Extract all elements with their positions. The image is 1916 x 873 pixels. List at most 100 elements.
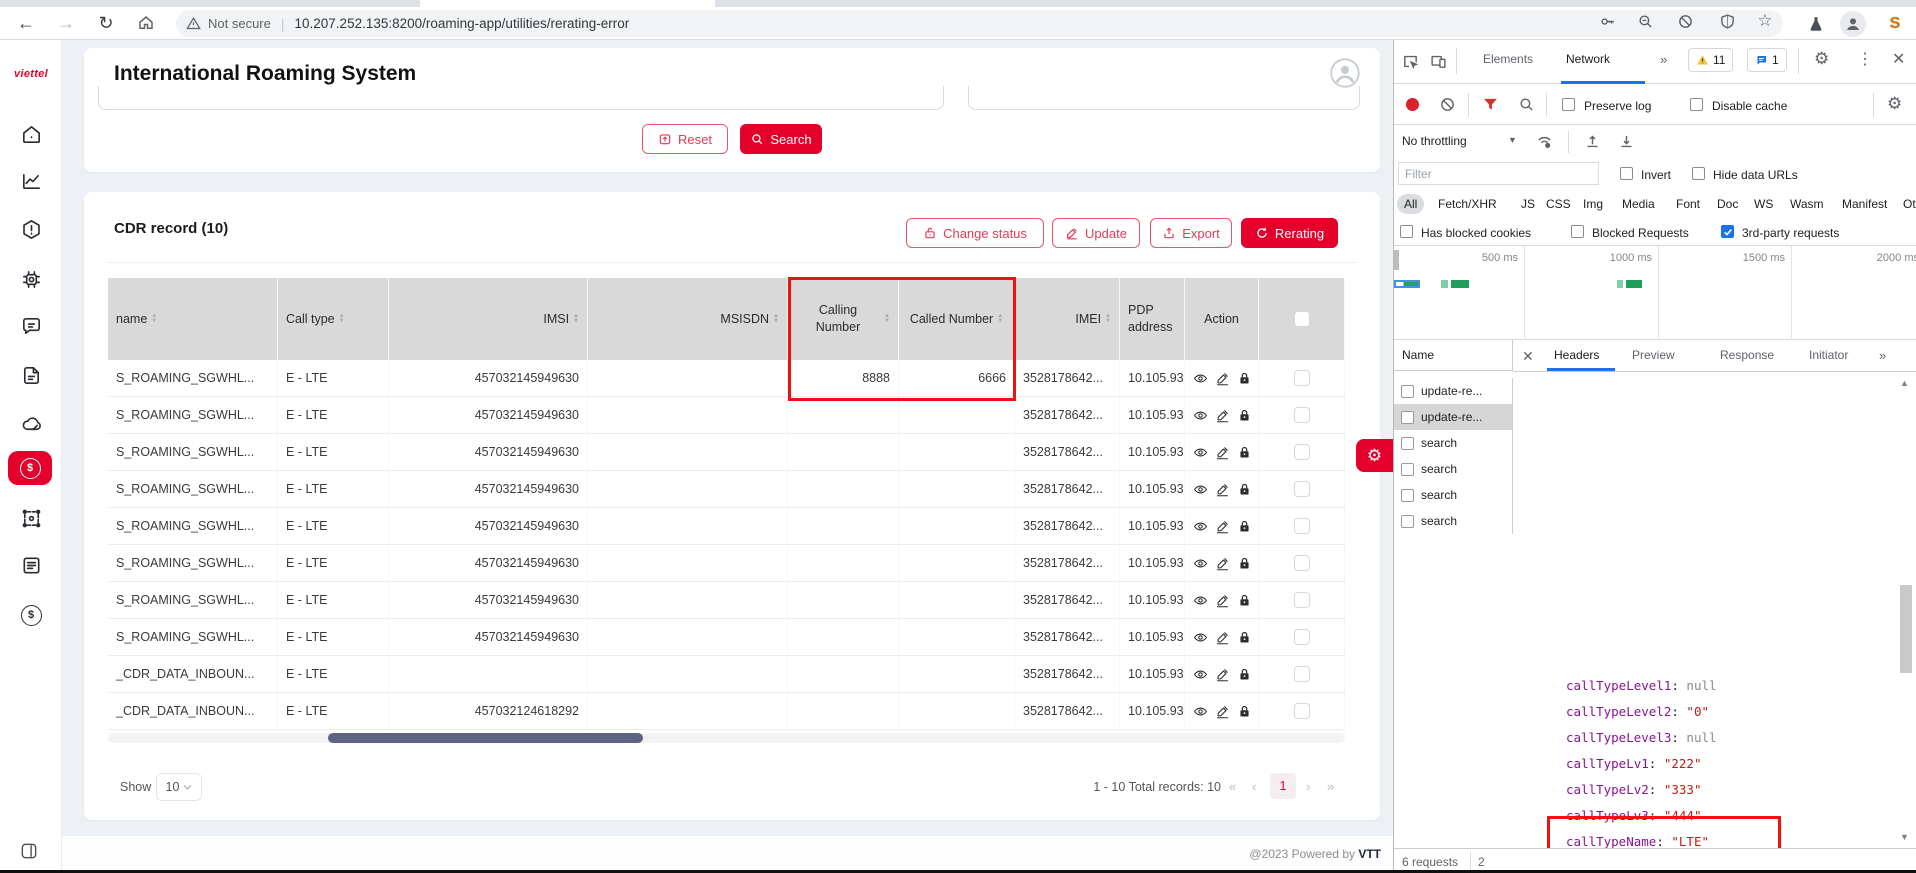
refresh-icon[interactable]: ↻ bbox=[92, 9, 120, 37]
lock-icon[interactable] bbox=[1237, 556, 1252, 571]
type-pill-doc[interactable]: Doc bbox=[1710, 194, 1745, 214]
lock-icon[interactable] bbox=[1237, 408, 1252, 423]
sort-icon[interactable]: ▲▼ bbox=[884, 314, 890, 324]
next-page-icon[interactable]: › bbox=[1306, 779, 1310, 794]
hide-data-urls-checkbox[interactable] bbox=[1692, 167, 1705, 180]
lock-icon[interactable] bbox=[1237, 667, 1252, 682]
search-field-stub-2[interactable] bbox=[968, 86, 1360, 110]
filter-input[interactable] bbox=[1398, 162, 1599, 185]
request-checkbox[interactable] bbox=[1401, 437, 1414, 450]
edit-icon[interactable] bbox=[1215, 630, 1230, 645]
type-pill-all[interactable]: All bbox=[1397, 194, 1424, 214]
requests-name-header[interactable]: Name bbox=[1394, 340, 1513, 371]
home-nav-icon[interactable] bbox=[132, 9, 160, 37]
sort-icon[interactable]: ▲▼ bbox=[573, 314, 579, 324]
type-pill-js[interactable]: JS bbox=[1514, 194, 1542, 214]
eye-icon[interactable] bbox=[1193, 482, 1208, 497]
privacy-shield-icon[interactable] bbox=[1716, 12, 1738, 30]
request-item[interactable]: update-re... bbox=[1394, 378, 1513, 404]
eye-icon[interactable] bbox=[1193, 667, 1208, 682]
request-checkbox[interactable] bbox=[1401, 385, 1414, 398]
sidebar-item-list[interactable] bbox=[0, 547, 62, 583]
extension-flask-icon[interactable] bbox=[1803, 11, 1829, 37]
search-field-stub-1[interactable] bbox=[98, 86, 944, 110]
devtools-menu-kebab-icon[interactable]: ⋮ bbox=[1857, 49, 1873, 69]
eye-icon[interactable] bbox=[1193, 445, 1208, 460]
forward-icon[interactable]: → bbox=[52, 9, 80, 37]
throttling-dropdown-arrow[interactable]: ▼ bbox=[1508, 135, 1517, 145]
tab-elements[interactable]: Elements bbox=[1483, 52, 1533, 66]
edit-icon[interactable] bbox=[1215, 593, 1230, 608]
inspect-element-icon[interactable] bbox=[1402, 53, 1419, 70]
type-pill-img[interactable]: Img bbox=[1576, 194, 1610, 214]
sidebar-item-dollar-circle[interactable]: $ bbox=[0, 597, 62, 633]
more-detail-tabs-icon[interactable]: » bbox=[1879, 348, 1886, 363]
sidebar-item-dollar-badge[interactable]: $ bbox=[8, 451, 52, 485]
request-item[interactable]: search bbox=[1394, 508, 1513, 534]
table-row[interactable]: S_ROAMING_SGWHL...E - LTE457032145949630… bbox=[108, 508, 1345, 545]
request-checkbox[interactable] bbox=[1401, 515, 1414, 528]
edit-icon[interactable] bbox=[1215, 371, 1230, 386]
column-header-pdp[interactable]: PDP address bbox=[1120, 278, 1185, 360]
bookmark-star-icon[interactable]: ☆ bbox=[1754, 12, 1776, 30]
timeline-request-bar[interactable] bbox=[1441, 280, 1448, 288]
lock-icon[interactable] bbox=[1237, 704, 1252, 719]
sidebar-item-chat[interactable] bbox=[0, 308, 62, 344]
edit-icon[interactable] bbox=[1215, 408, 1230, 423]
active-tab[interactable] bbox=[420, 0, 715, 7]
throttling-select[interactable]: No throttling bbox=[1402, 134, 1467, 148]
sidebar-item-note[interactable] bbox=[0, 357, 62, 393]
eye-icon[interactable] bbox=[1193, 593, 1208, 608]
eye-icon[interactable] bbox=[1193, 556, 1208, 571]
table-row[interactable]: S_ROAMING_SGWHL...E - LTE457032145949630… bbox=[108, 360, 1345, 397]
update-button[interactable]: Update bbox=[1052, 218, 1140, 248]
network-search-icon[interactable] bbox=[1518, 96, 1535, 113]
filter-funnel-icon[interactable] bbox=[1482, 96, 1499, 113]
row-checkbox[interactable] bbox=[1294, 407, 1310, 423]
column-header-calling[interactable]: Calling Number▲▼ bbox=[788, 278, 899, 360]
row-checkbox[interactable] bbox=[1294, 555, 1310, 571]
request-item[interactable]: search bbox=[1394, 456, 1513, 482]
timeline-request-bar[interactable] bbox=[1626, 280, 1642, 288]
close-details-icon[interactable]: ✕ bbox=[1522, 348, 1534, 365]
type-pill-other[interactable]: Other bbox=[1896, 194, 1916, 214]
eye-icon[interactable] bbox=[1193, 630, 1208, 645]
sidebar-item-line-chart[interactable] bbox=[0, 163, 62, 199]
tab-initiator[interactable]: Initiator bbox=[1809, 348, 1848, 362]
edit-icon[interactable] bbox=[1215, 704, 1230, 719]
timeline-request-bar[interactable] bbox=[1394, 280, 1420, 288]
table-row[interactable]: S_ROAMING_SGWHL...E - LTE457032145949630… bbox=[108, 471, 1345, 508]
scrollbar-thumb[interactable] bbox=[328, 733, 643, 743]
zoom-out-icon[interactable] bbox=[1634, 12, 1656, 30]
edit-icon[interactable] bbox=[1215, 556, 1230, 571]
first-page-icon[interactable]: « bbox=[1229, 779, 1236, 794]
lock-icon[interactable] bbox=[1237, 519, 1252, 534]
s-extension-icon[interactable]: S bbox=[1882, 11, 1908, 37]
sidebar-item-chip[interactable] bbox=[0, 261, 62, 297]
scroll-down-icon[interactable]: ▼ bbox=[1900, 832, 1909, 842]
sidebar-item-cloud[interactable] bbox=[0, 405, 62, 441]
request-checkbox[interactable] bbox=[1401, 489, 1414, 502]
reset-button[interactable]: Reset bbox=[642, 124, 728, 154]
network-conditions-icon[interactable] bbox=[1536, 133, 1553, 150]
type-pill-fetchxhr[interactable]: Fetch/XHR bbox=[1431, 194, 1504, 214]
row-checkbox[interactable] bbox=[1294, 629, 1310, 645]
tab-headers[interactable]: Headers bbox=[1554, 348, 1599, 362]
export-button[interactable]: Export bbox=[1150, 218, 1232, 248]
sidebar-collapse-icon[interactable] bbox=[18, 840, 40, 862]
import-har-icon[interactable] bbox=[1584, 133, 1601, 150]
type-pill-media[interactable]: Media bbox=[1615, 194, 1662, 214]
sidebar-item-nodes[interactable] bbox=[0, 500, 62, 536]
request-checkbox[interactable] bbox=[1401, 463, 1414, 476]
lock-icon[interactable] bbox=[1237, 482, 1252, 497]
request-item[interactable]: search bbox=[1394, 482, 1513, 508]
scroll-up-icon[interactable]: ▲ bbox=[1900, 378, 1909, 388]
more-tabs-icon[interactable]: » bbox=[1660, 52, 1667, 67]
lock-icon[interactable] bbox=[1237, 630, 1252, 645]
preserve-log-checkbox[interactable] bbox=[1562, 98, 1575, 111]
address-bar[interactable]: Not secure | 10.207.252.135:8200/roaming… bbox=[176, 10, 1783, 37]
tab-response[interactable]: Response bbox=[1720, 348, 1774, 362]
column-header-imei[interactable]: IMEI▲▼ bbox=[1015, 278, 1120, 360]
table-row[interactable]: S_ROAMING_SGWHL...E - LTE457032145949630… bbox=[108, 545, 1345, 582]
edit-icon[interactable] bbox=[1215, 482, 1230, 497]
